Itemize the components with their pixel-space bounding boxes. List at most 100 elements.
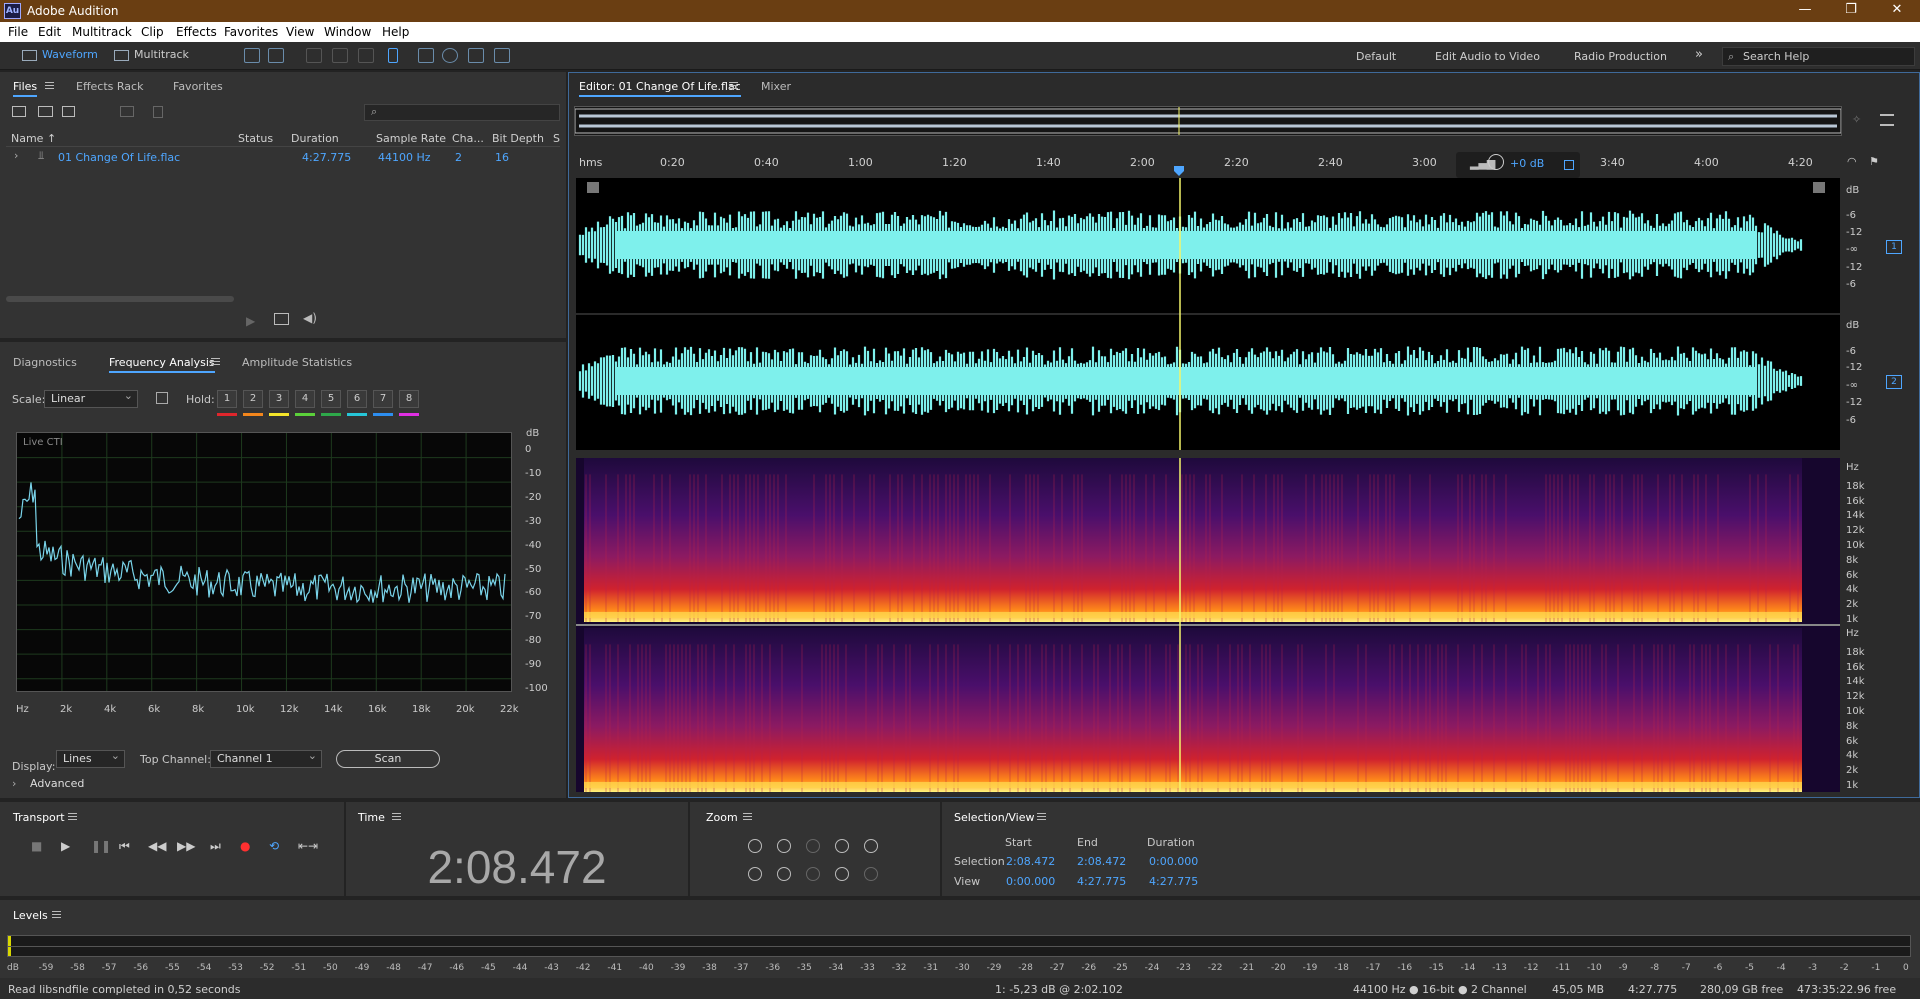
slip-tool-icon[interactable] bbox=[358, 48, 374, 63]
gain-knob-icon[interactable] bbox=[1488, 154, 1504, 170]
hold-button-5[interactable]: 5 bbox=[321, 390, 341, 408]
razor-tool-icon[interactable] bbox=[332, 48, 348, 63]
view-start[interactable]: 0:00.000 bbox=[1006, 875, 1055, 888]
new-file-icon[interactable] bbox=[62, 106, 75, 117]
menu-help[interactable]: Help bbox=[382, 25, 409, 39]
time-display[interactable]: 2:08.472 bbox=[346, 840, 688, 894]
open-file-icon[interactable] bbox=[12, 106, 26, 117]
zoom-in-time-icon[interactable] bbox=[777, 839, 791, 853]
play-file-icon[interactable]: ▶ bbox=[246, 314, 255, 328]
maximize-button[interactable]: ❐ bbox=[1828, 0, 1874, 22]
selection-end[interactable]: 2:08.472 bbox=[1077, 855, 1126, 868]
zoom-in-right-icon[interactable] bbox=[835, 867, 849, 881]
analysis-panel-menu-icon[interactable] bbox=[211, 358, 220, 365]
col-bit-depth[interactable]: Bit Depth bbox=[492, 132, 544, 145]
overlay-icon[interactable] bbox=[156, 392, 168, 404]
waveform-view-icon[interactable] bbox=[244, 48, 260, 63]
menu-effects[interactable]: Effects bbox=[176, 25, 217, 39]
pin-hud-icon[interactable] bbox=[1564, 160, 1574, 170]
menu-file[interactable]: File bbox=[8, 25, 28, 39]
workspace-default[interactable]: Default bbox=[1356, 50, 1396, 63]
levels-menu-icon[interactable] bbox=[52, 911, 61, 918]
zoom-in-left-icon[interactable] bbox=[806, 867, 820, 881]
tab-diagnostics[interactable]: Diagnostics bbox=[13, 356, 77, 369]
delete-file-icon[interactable] bbox=[153, 106, 163, 118]
expand-chevron-icon[interactable]: › bbox=[14, 149, 18, 162]
loop-file-icon[interactable] bbox=[274, 313, 289, 325]
files-filter-input[interactable]: ⌕ bbox=[364, 104, 560, 121]
brush-tool-icon[interactable] bbox=[468, 48, 484, 63]
spot-healing-icon[interactable] bbox=[494, 48, 510, 63]
transport-menu-icon[interactable] bbox=[68, 813, 77, 820]
headphones-icon[interactable]: ◠ bbox=[1847, 155, 1861, 169]
minimize-button[interactable]: — bbox=[1782, 0, 1828, 22]
record-icon[interactable]: ● bbox=[240, 839, 250, 853]
view-duration[interactable]: 4:27.775 bbox=[1149, 875, 1198, 888]
advanced-label[interactable]: Advanced bbox=[30, 777, 84, 790]
channel-1-badge[interactable]: 1 bbox=[1886, 240, 1902, 254]
tab-mixer[interactable]: Mixer bbox=[761, 80, 791, 93]
go-to-start-icon[interactable]: ⏮ bbox=[119, 839, 130, 854]
tab-files[interactable]: Files bbox=[13, 80, 38, 97]
import-file-icon[interactable] bbox=[38, 106, 53, 117]
top-channel-dropdown[interactable]: Channel 1 bbox=[210, 748, 322, 768]
marquee-tool-icon[interactable] bbox=[418, 48, 434, 63]
stop-icon[interactable]: ■ bbox=[31, 839, 42, 853]
tab-frequency-analysis[interactable]: Frequency Analysis bbox=[109, 356, 215, 373]
go-to-end-icon[interactable]: ⏭ bbox=[210, 839, 221, 854]
hold-button-6[interactable]: 6 bbox=[347, 390, 367, 408]
close-button[interactable]: ✕ bbox=[1874, 0, 1920, 22]
menu-view[interactable]: View bbox=[286, 25, 314, 39]
files-panel-menu-icon[interactable] bbox=[45, 82, 54, 89]
move-tool-icon[interactable] bbox=[306, 48, 322, 63]
selection-duration[interactable]: 0:00.000 bbox=[1149, 855, 1198, 868]
zoom-out-full-icon[interactable] bbox=[806, 839, 820, 853]
pause-icon[interactable]: ❚❚ bbox=[91, 839, 111, 853]
rewind-icon[interactable]: ◀◀ bbox=[148, 839, 166, 853]
frequency-graph[interactable]: Live CTI bbox=[16, 432, 512, 692]
spectral-display[interactable] bbox=[576, 458, 1840, 792]
advanced-chevron-icon[interactable]: › bbox=[12, 777, 16, 790]
hold-button-8[interactable]: 8 bbox=[399, 390, 419, 408]
autoplay-icon[interactable]: ◀) bbox=[303, 311, 317, 325]
selection-start[interactable]: 2:08.472 bbox=[1006, 855, 1055, 868]
zoom-out-time-icon[interactable] bbox=[777, 867, 791, 881]
hud-gain-control[interactable]: ▂▄▆ +0 dB bbox=[1456, 152, 1580, 178]
col-status[interactable]: Status bbox=[238, 132, 273, 145]
tab-effects-rack[interactable]: Effects Rack bbox=[76, 80, 143, 93]
insert-into-multitrack-icon[interactable] bbox=[120, 106, 134, 117]
workspace-radio-production[interactable]: Radio Production bbox=[1574, 50, 1667, 63]
zoom-top-right-icon[interactable] bbox=[1813, 182, 1825, 193]
hold-button-7[interactable]: 7 bbox=[373, 390, 393, 408]
menu-edit[interactable]: Edit bbox=[38, 25, 61, 39]
marker-icon[interactable]: ⚑ bbox=[1869, 155, 1879, 169]
multitrack-mode-button[interactable]: Multitrack bbox=[110, 45, 200, 65]
col-source[interactable]: S bbox=[553, 132, 560, 145]
time-menu-icon[interactable] bbox=[392, 813, 401, 820]
zoom-selected-tracks-icon[interactable] bbox=[864, 867, 878, 881]
play-icon[interactable]: ▶ bbox=[61, 839, 70, 853]
channel-2-badge[interactable]: 2 bbox=[1886, 375, 1902, 389]
zoom-to-selection-icon[interactable] bbox=[835, 839, 849, 853]
fast-forward-icon[interactable]: ▶▶ bbox=[177, 839, 195, 853]
waveform-display[interactable] bbox=[576, 178, 1840, 450]
files-scrollbar[interactable] bbox=[6, 296, 234, 302]
file-name[interactable]: 01 Change Of Life.flac bbox=[58, 151, 180, 164]
zoom-playhead-icon[interactable] bbox=[864, 839, 878, 853]
overview-bar[interactable] bbox=[574, 106, 1842, 136]
menu-window[interactable]: Window bbox=[324, 25, 371, 39]
selection-view-menu-icon[interactable] bbox=[1037, 813, 1046, 820]
zoom-in-amplitude-icon[interactable] bbox=[748, 839, 762, 853]
waveform-mode-button[interactable]: Waveform bbox=[18, 45, 108, 65]
zoom-out-amplitude-icon[interactable] bbox=[748, 867, 762, 881]
menu-favorites[interactable]: Favorites bbox=[224, 25, 278, 39]
zoom-fit-icon[interactable]: ✧ bbox=[1852, 113, 1866, 127]
more-workspaces-icon[interactable]: » bbox=[1695, 47, 1703, 62]
search-help-input[interactable]: ⌕ Search Help bbox=[1722, 47, 1915, 66]
skip-selection-icon[interactable]: ⇤⇥ bbox=[298, 839, 318, 853]
hold-button-2[interactable]: 2 bbox=[243, 390, 263, 408]
hold-button-4[interactable]: 4 bbox=[295, 390, 315, 408]
editor-panel-menu-icon[interactable] bbox=[729, 82, 738, 89]
scan-button[interactable]: Scan bbox=[336, 750, 440, 768]
zoom-top-left-icon[interactable] bbox=[587, 182, 599, 193]
